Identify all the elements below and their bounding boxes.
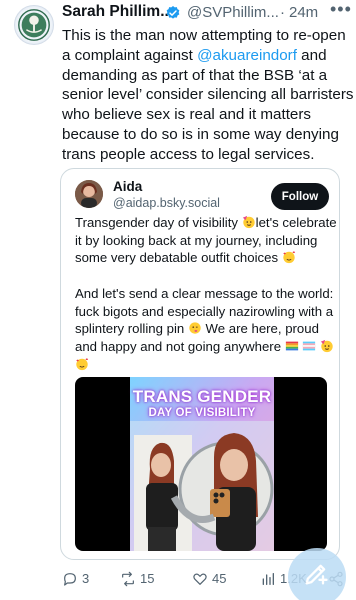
separator-dot: ·: [280, 4, 285, 21]
mention-link[interactable]: @akuareindorf: [197, 47, 297, 64]
reply-icon: [64, 573, 76, 586]
quoted-post[interactable]: Aida @aidap.bsky.social Follow Transgend…: [60, 168, 340, 560]
post-text-part: and demanding as part of that the BSB ‘a…: [62, 46, 354, 163]
party-face-emoji-icon: [320, 339, 334, 353]
trans-flag-emoji-icon: [302, 339, 316, 353]
quoted-text: Transgender day of visibility let's cele…: [75, 214, 337, 391]
quoted-author-avatar[interactable]: [75, 180, 103, 208]
like-button[interactable]: 45: [192, 568, 238, 590]
quoted-paragraph: And let's send a clear message to the wo…: [75, 285, 337, 374]
repost-count: 15: [140, 571, 155, 586]
reply-button[interactable]: 3: [62, 568, 102, 590]
repost-button[interactable]: 15: [120, 568, 168, 590]
quoted-text-part: Transgender day of visibility: [75, 215, 242, 230]
post-header: Sarah Phillim... @SVPhillim... · 24m •••: [62, 0, 352, 23]
author-name[interactable]: Sarah Phillim...: [62, 3, 173, 21]
quoted-media[interactable]: TRANS GENDER DAY OF VISIBILITY: [75, 377, 327, 551]
party-face-emoji-icon: [242, 215, 256, 229]
media-title-line: TRANS GENDER: [132, 387, 272, 406]
author-handle[interactable]: @SVPhillim...: [187, 4, 279, 21]
like-count: 45: [212, 571, 227, 586]
media-subtitle-line: DAY OF VISIBILITY: [148, 407, 256, 419]
winking-tongue-emoji-icon: [188, 321, 202, 335]
quoted-avatar-photo: [75, 180, 103, 208]
more-options-icon[interactable]: •••: [330, 0, 352, 20]
author-avatar[interactable]: [14, 5, 54, 45]
quoted-paragraph: Transgender day of visibility let's cele…: [75, 214, 337, 267]
rainbow-flag-emoji-icon: [285, 339, 299, 353]
tree-seal-icon: [15, 6, 53, 44]
reply-count: 3: [82, 571, 90, 586]
post-time[interactable]: 24m: [289, 4, 318, 21]
repost-icon: [122, 571, 134, 587]
smiling-hearts-emoji-icon: [75, 357, 89, 371]
compose-button[interactable]: [288, 548, 346, 600]
heart-icon: [193, 573, 207, 585]
views-chart-icon: [262, 573, 274, 585]
quoted-author-handle[interactable]: @aidap.bsky.social: [113, 196, 220, 210]
compose-icon: [305, 564, 328, 585]
quoted-author-name[interactable]: Aida: [113, 179, 142, 194]
post[interactable]: Sarah Phillim... @SVPhillim... · 24m •••…: [0, 0, 356, 600]
verified-badge-icon: [166, 6, 180, 19]
follow-button[interactable]: Follow: [271, 183, 329, 210]
post-text: This is the man now attempting to re-ope…: [62, 26, 354, 165]
smiling-hearts-emoji-icon: [282, 250, 296, 264]
